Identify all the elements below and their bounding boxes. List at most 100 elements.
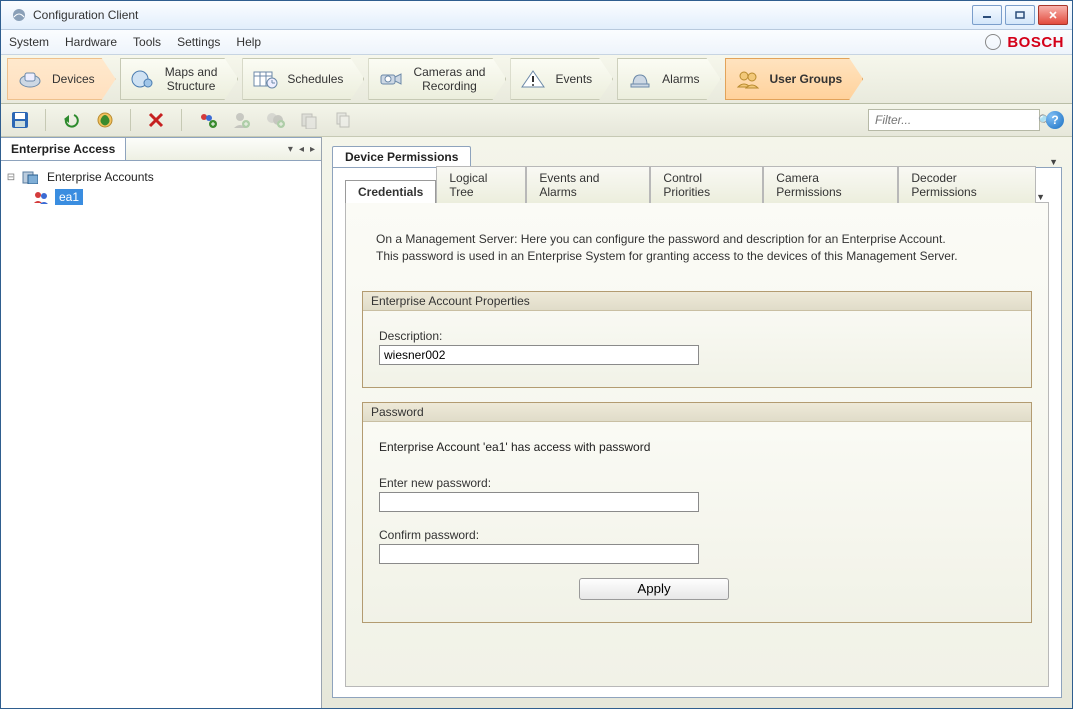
tab-logical-tree[interactable]: Logical Tree: [436, 166, 526, 203]
nav-usergroups[interactable]: User Groups: [725, 58, 864, 100]
nav-schedules-label: Schedules: [287, 72, 343, 86]
description-label: Description:: [379, 329, 1015, 343]
nav-cameras-label: Cameras and Recording: [413, 65, 485, 93]
toolbar-sep: [45, 109, 46, 131]
menu-help[interactable]: Help: [236, 35, 261, 49]
right-panel-pad: Device Permissions ▼ Credentials Logical…: [322, 137, 1072, 708]
devices-icon: [16, 67, 44, 91]
menu-settings[interactable]: Settings: [177, 35, 220, 49]
cameras-icon: [377, 67, 405, 91]
titlebar: Configuration Client: [1, 1, 1072, 30]
inner-tab-dropdown-icon[interactable]: ▼: [1036, 192, 1049, 202]
filter-box[interactable]: 🔍 ▼: [868, 109, 1040, 131]
usergroups-icon: [734, 67, 762, 91]
section-tab-device-permissions[interactable]: Device Permissions: [332, 146, 471, 167]
nav-events[interactable]: Events: [510, 58, 613, 100]
brand-logo: BOSCH: [985, 34, 1064, 51]
alarms-icon: [626, 67, 654, 91]
schedules-icon: [251, 67, 279, 91]
section-tabbar: Device Permissions ▼: [332, 145, 1062, 167]
new-password-input[interactable]: [379, 492, 699, 512]
filter-wrap: 🔍 ▼ ?: [868, 109, 1064, 131]
tree: ⊟ Enterprise Accounts ea1: [1, 161, 321, 708]
password-status: Enterprise Account 'ea1' has access with…: [379, 440, 1015, 454]
maps-icon: [129, 67, 157, 91]
left-panel-title[interactable]: Enterprise Access: [1, 138, 126, 160]
tree-item-label: ea1: [55, 189, 83, 205]
maximize-button[interactable]: [1005, 5, 1035, 25]
tab-camera-permissions[interactable]: Camera Permissions: [763, 166, 898, 203]
toolbar: 🔍 ▼ ?: [1, 104, 1072, 137]
confirm-password-label: Confirm password:: [379, 528, 1015, 542]
window-title: Configuration Client: [33, 8, 972, 22]
tree-collapse-icon[interactable]: ⊟: [5, 172, 17, 183]
filter-input[interactable]: [869, 113, 1038, 127]
save-button[interactable]: [9, 109, 31, 131]
toolbar-sep: [130, 109, 131, 131]
nav-maps[interactable]: Maps and Structure: [120, 58, 239, 100]
body: Enterprise Access ▾ ◂ ▸ ⊟ Enterprise Acc…: [1, 137, 1072, 708]
nav-alarms[interactable]: Alarms: [617, 58, 720, 100]
tab-content-credentials: On a Management Server: Here you can con…: [345, 202, 1049, 687]
tree-item-ea1[interactable]: ea1: [5, 187, 317, 207]
menu-hardware[interactable]: Hardware: [65, 35, 117, 49]
nav-schedules[interactable]: Schedules: [242, 58, 364, 100]
activate-button[interactable]: [94, 109, 116, 131]
inner-tabbar: Credentials Logical Tree Events and Alar…: [345, 178, 1049, 202]
group-account-properties-title: Enterprise Account Properties: [363, 292, 1031, 311]
panel-dropdown-icon[interactable]: ▾: [288, 144, 293, 155]
tab-control-priorities[interactable]: Control Priorities: [650, 166, 763, 203]
server-icon: [21, 169, 39, 185]
globe-icon: [985, 34, 1001, 50]
panel-prev-icon[interactable]: ◂: [299, 144, 304, 155]
tab-decoder-permissions[interactable]: Decoder Permissions: [898, 166, 1036, 203]
menu-tools[interactable]: Tools: [133, 35, 161, 49]
minimize-button[interactable]: [972, 5, 1002, 25]
nav-cameras[interactable]: Cameras and Recording: [368, 58, 506, 100]
brand-text: BOSCH: [1007, 34, 1064, 51]
section-dropdown-icon[interactable]: ▼: [1049, 157, 1062, 167]
close-button[interactable]: [1038, 5, 1068, 25]
nav-devices[interactable]: Devices: [7, 58, 116, 100]
panel-next-icon[interactable]: ▸: [310, 144, 315, 155]
group-password: Password Enterprise Account 'ea1' has ac…: [362, 402, 1032, 623]
description-input[interactable]: [379, 345, 699, 365]
left-panel-controls: ▾ ◂ ▸: [288, 144, 321, 155]
info-text: On a Management Server: Here you can con…: [362, 219, 1032, 277]
right-panel: Device Permissions ▼ Credentials Logical…: [322, 137, 1072, 708]
help-button[interactable]: ?: [1046, 111, 1064, 129]
tree-root-label: Enterprise Accounts: [43, 169, 158, 185]
add-usergroup-button[interactable]: [196, 109, 218, 131]
group-account-properties: Enterprise Account Properties Descriptio…: [362, 291, 1032, 388]
left-panel-header: Enterprise Access ▾ ◂ ▸: [1, 137, 321, 161]
toolbar-sep: [181, 109, 182, 131]
tab-events-alarms[interactable]: Events and Alarms: [526, 166, 650, 203]
left-panel: Enterprise Access ▾ ◂ ▸ ⊟ Enterprise Acc…: [1, 137, 322, 708]
window-buttons: [972, 5, 1068, 25]
events-icon: [519, 67, 547, 91]
group-icon: [33, 189, 51, 205]
info-line-2: This password is used in an Enterprise S…: [376, 248, 1018, 265]
tree-root[interactable]: ⊟ Enterprise Accounts: [5, 167, 317, 187]
tab-credentials[interactable]: Credentials: [345, 180, 436, 203]
delete-button[interactable]: [145, 109, 167, 131]
confirm-password-input[interactable]: [379, 544, 699, 564]
apply-button[interactable]: Apply: [579, 578, 729, 600]
nav-usergroups-label: User Groups: [770, 72, 843, 86]
add-dualauth-button[interactable]: [264, 109, 286, 131]
copy-button[interactable]: [332, 109, 354, 131]
app-icon: [11, 7, 27, 23]
section-body: Credentials Logical Tree Events and Alar…: [332, 167, 1062, 698]
nav-maps-label: Maps and Structure: [165, 65, 218, 93]
new-password-label: Enter new password:: [379, 476, 1015, 490]
app-window: Configuration Client System Hardware Too…: [0, 0, 1073, 709]
nav-devices-label: Devices: [52, 72, 95, 86]
undo-button[interactable]: [60, 109, 82, 131]
nav-events-label: Events: [555, 72, 592, 86]
info-line-1: On a Management Server: Here you can con…: [376, 231, 1018, 248]
add-logonpair-button[interactable]: [298, 109, 320, 131]
menubar: System Hardware Tools Settings Help BOSC…: [1, 30, 1072, 55]
add-user-button[interactable]: [230, 109, 252, 131]
menu-system[interactable]: System: [9, 35, 49, 49]
group-password-title: Password: [363, 403, 1031, 422]
